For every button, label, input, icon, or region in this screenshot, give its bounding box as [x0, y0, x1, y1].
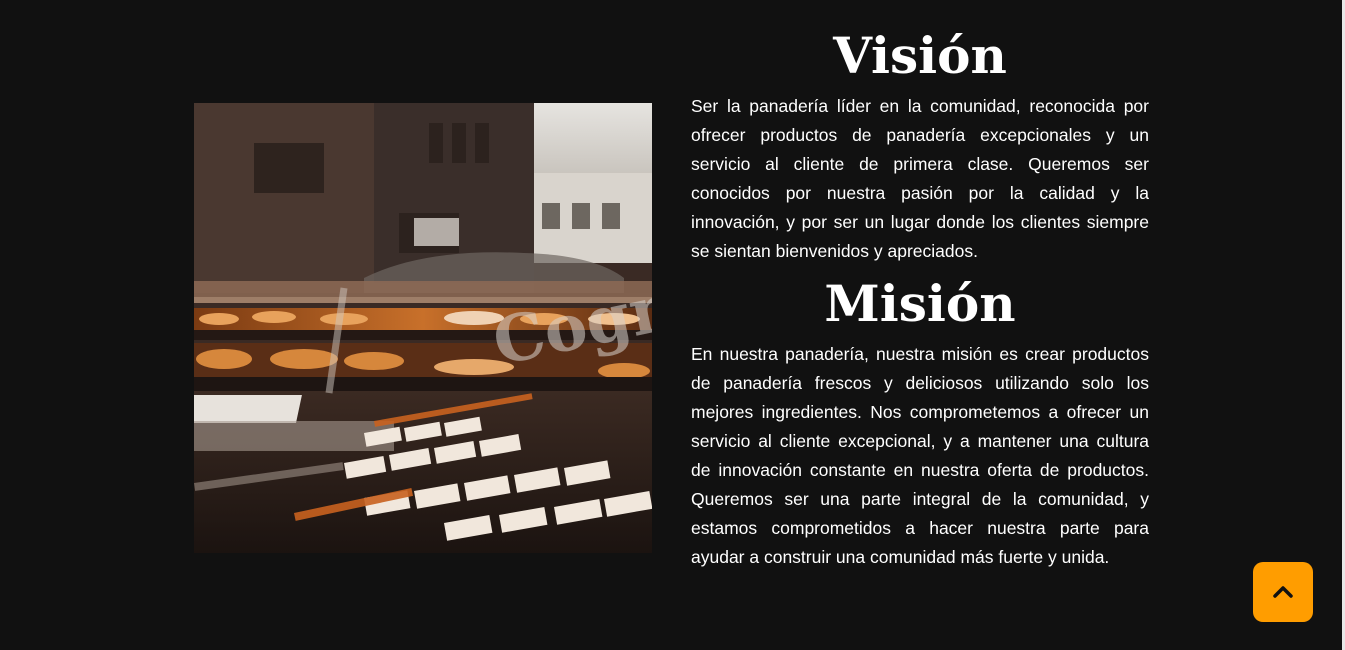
scroll-to-top-button[interactable]: [1253, 562, 1313, 622]
mission-heading: Misión: [824, 274, 1016, 333]
mission-text: En nuestra panadería, nuestra misión es …: [691, 344, 1149, 567]
chevron-up-icon: [1273, 585, 1293, 599]
bakery-display-photo: Cogn: [194, 103, 652, 553]
vision-text: Ser la panadería líder en la comunidad, …: [691, 96, 1149, 261]
vision-heading: Visión: [833, 26, 1007, 85]
about-section: Visión Ser la panadería líder en la comu…: [691, 24, 1149, 572]
